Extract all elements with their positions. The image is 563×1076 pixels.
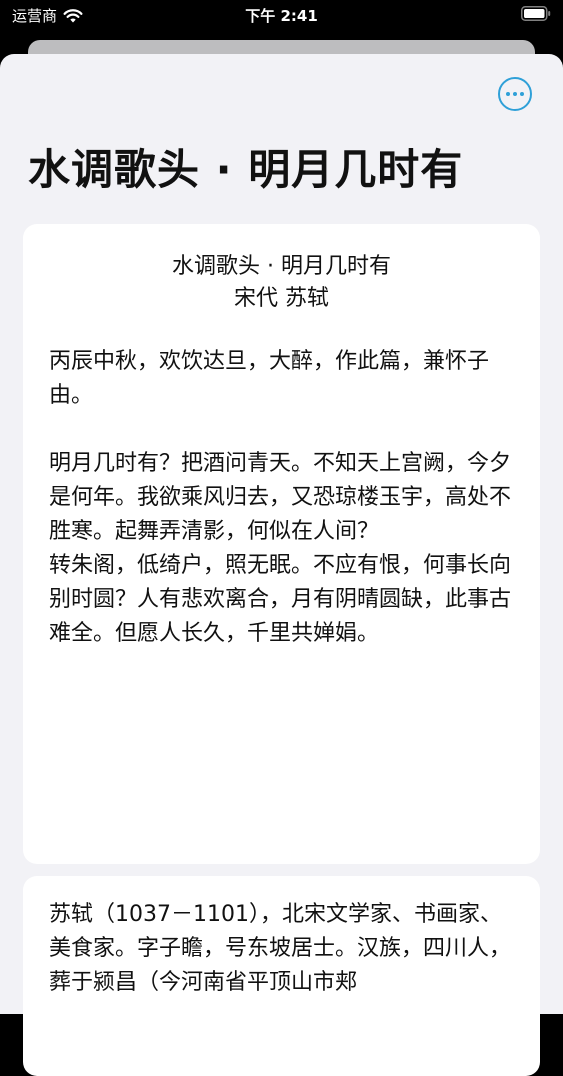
battery-icon: [521, 6, 551, 21]
poem-stanza-1: 明月几时有？把酒问青天。不知天上宫阙，今夕是何年。我欲乘风归去，又恐琼楼玉宇，高…: [49, 451, 512, 544]
poem-preface: 丙辰中秋，欢饮达旦，大醉，作此篇，兼怀子由。: [49, 349, 490, 408]
more-icon-dot: [513, 92, 517, 96]
bio-card: 苏轼（1037－1101），北宋文学家、书画家、美食家。字子瞻，号东坡居士。汉族…: [23, 876, 540, 1076]
more-icon-dot: [520, 92, 524, 96]
poem-header: 水调歌头 · 明月几时有 宋代 苏轼: [49, 251, 514, 315]
author-bio: 苏轼（1037－1101），北宋文学家、书画家、美食家。字子瞻，号东坡居士。汉族…: [49, 902, 512, 995]
page-title: 水调歌头 · 明月几时有: [28, 145, 464, 194]
poem-author: 宋代 苏轼: [234, 286, 329, 311]
poem-card: 水调歌头 · 明月几时有 宋代 苏轼 丙辰中秋，欢饮达旦，大醉，作此篇，兼怀子由…: [23, 224, 540, 864]
poem-stanza-2: 转朱阁，低绮户，照无眠。不应有恨，何事长向别时圆？人有悲欢离合，月有阴晴圆缺，此…: [49, 553, 512, 646]
more-button[interactable]: [498, 77, 532, 111]
status-time: 下午 2:41: [245, 7, 318, 25]
more-icon: [506, 92, 510, 96]
status-bar: 运营商 下午 2:41: [0, 0, 563, 32]
poem-body: 丙辰中秋，欢饮达旦，大醉，作此篇，兼怀子由。 明月几时有？把酒问青天。不知天上宫…: [49, 345, 514, 651]
poem-title: 水调歌头 · 明月几时有: [172, 254, 391, 279]
